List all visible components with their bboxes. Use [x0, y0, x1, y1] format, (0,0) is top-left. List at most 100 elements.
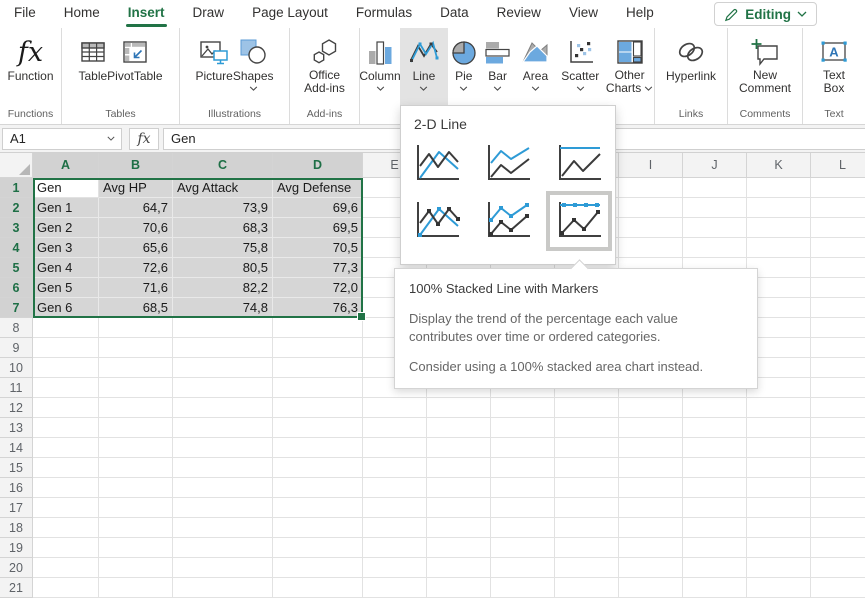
cell-A18[interactable]	[33, 518, 99, 538]
cell-G19[interactable]	[491, 538, 555, 558]
cell-B14[interactable]	[99, 438, 173, 458]
cell-D5[interactable]: 77,3	[273, 258, 363, 278]
cell-B2[interactable]: 64,7	[99, 198, 173, 218]
row-header-18[interactable]: 18	[0, 518, 33, 538]
cell-L10[interactable]	[811, 358, 865, 378]
cell-J19[interactable]	[683, 538, 747, 558]
cell-A10[interactable]	[33, 358, 99, 378]
cell-B19[interactable]	[99, 538, 173, 558]
cell-B12[interactable]	[99, 398, 173, 418]
cell-D17[interactable]	[273, 498, 363, 518]
cell-C17[interactable]	[173, 498, 273, 518]
chart-option-100-stacked-line[interactable]	[554, 142, 604, 186]
cell-G17[interactable]	[491, 498, 555, 518]
cell-J3[interactable]	[683, 218, 747, 238]
cell-H13[interactable]	[555, 418, 619, 438]
cell-A4[interactable]: Gen 3	[33, 238, 99, 258]
column-header-J[interactable]: J	[683, 153, 747, 178]
cell-J16[interactable]	[683, 478, 747, 498]
cell-B5[interactable]: 72,6	[99, 258, 173, 278]
row-header-5[interactable]: 5	[0, 258, 33, 278]
cell-J13[interactable]	[683, 418, 747, 438]
cell-K20[interactable]	[747, 558, 811, 578]
cell-A21[interactable]	[33, 578, 99, 598]
cell-K2[interactable]	[747, 198, 811, 218]
office-addins-button[interactable]: Office Add-ins	[304, 28, 345, 108]
cell-K4[interactable]	[747, 238, 811, 258]
cell-B11[interactable]	[99, 378, 173, 398]
cell-D21[interactable]	[273, 578, 363, 598]
cell-I18[interactable]	[619, 518, 683, 538]
cell-I13[interactable]	[619, 418, 683, 438]
editing-mode-button[interactable]: Editing	[714, 2, 817, 26]
menu-tab-file[interactable]: File	[0, 0, 50, 28]
pivottable-button[interactable]: PivotTable	[107, 28, 162, 108]
cell-G16[interactable]	[491, 478, 555, 498]
cell-I2[interactable]	[619, 198, 683, 218]
cell-E14[interactable]	[363, 438, 427, 458]
cell-F16[interactable]	[427, 478, 491, 498]
cell-C9[interactable]	[173, 338, 273, 358]
cell-C3[interactable]: 68,3	[173, 218, 273, 238]
cell-L17[interactable]	[811, 498, 865, 518]
cell-L18[interactable]	[811, 518, 865, 538]
cell-D12[interactable]	[273, 398, 363, 418]
menu-tab-help[interactable]: Help	[612, 0, 668, 28]
cell-D14[interactable]	[273, 438, 363, 458]
select-all-corner[interactable]	[0, 153, 33, 178]
cell-K15[interactable]	[747, 458, 811, 478]
area-chart-button[interactable]: Area	[516, 28, 556, 108]
cell-L5[interactable]	[811, 258, 865, 278]
cell-H12[interactable]	[555, 398, 619, 418]
cell-L19[interactable]	[811, 538, 865, 558]
cell-E20[interactable]	[363, 558, 427, 578]
cell-B4[interactable]: 65,6	[99, 238, 173, 258]
row-header-7[interactable]: 7	[0, 298, 33, 318]
cell-I12[interactable]	[619, 398, 683, 418]
cell-G20[interactable]	[491, 558, 555, 578]
cell-D7[interactable]: 76,3	[273, 298, 363, 318]
function-button[interactable]: fx Function	[7, 28, 53, 108]
cell-K14[interactable]	[747, 438, 811, 458]
cell-H18[interactable]	[555, 518, 619, 538]
cell-J21[interactable]	[683, 578, 747, 598]
cell-E16[interactable]	[363, 478, 427, 498]
cell-H20[interactable]	[555, 558, 619, 578]
cell-I21[interactable]	[619, 578, 683, 598]
cell-H15[interactable]	[555, 458, 619, 478]
menu-tab-draw[interactable]: Draw	[179, 0, 239, 28]
row-header-17[interactable]: 17	[0, 498, 33, 518]
cell-C1[interactable]: Avg Attack	[173, 178, 273, 198]
cell-J14[interactable]	[683, 438, 747, 458]
cell-K12[interactable]	[747, 398, 811, 418]
cell-D15[interactable]	[273, 458, 363, 478]
cell-A13[interactable]	[33, 418, 99, 438]
cell-A12[interactable]	[33, 398, 99, 418]
cell-I4[interactable]	[619, 238, 683, 258]
table-button[interactable]: Table	[78, 28, 107, 108]
column-header-K[interactable]: K	[747, 153, 811, 178]
row-header-15[interactable]: 15	[0, 458, 33, 478]
insert-function-button[interactable]: fx	[129, 128, 159, 150]
chevron-down-icon[interactable]	[107, 136, 115, 141]
cell-C15[interactable]	[173, 458, 273, 478]
cell-L12[interactable]	[811, 398, 865, 418]
picture-button[interactable]: Picture	[195, 28, 232, 108]
cell-F21[interactable]	[427, 578, 491, 598]
cell-I16[interactable]	[619, 478, 683, 498]
cell-C5[interactable]: 80,5	[173, 258, 273, 278]
column-chart-button[interactable]: Column	[360, 28, 400, 108]
cell-L7[interactable]	[811, 298, 865, 318]
cell-B13[interactable]	[99, 418, 173, 438]
cell-F20[interactable]	[427, 558, 491, 578]
cell-E15[interactable]	[363, 458, 427, 478]
cell-J4[interactable]	[683, 238, 747, 258]
cell-E21[interactable]	[363, 578, 427, 598]
menu-tab-home[interactable]: Home	[50, 0, 114, 28]
cell-E17[interactable]	[363, 498, 427, 518]
hyperlink-button[interactable]: Hyperlink	[666, 28, 716, 108]
cell-B18[interactable]	[99, 518, 173, 538]
cell-A7[interactable]: Gen 6	[33, 298, 99, 318]
cell-A8[interactable]	[33, 318, 99, 338]
column-header-B[interactable]: B	[99, 153, 173, 178]
